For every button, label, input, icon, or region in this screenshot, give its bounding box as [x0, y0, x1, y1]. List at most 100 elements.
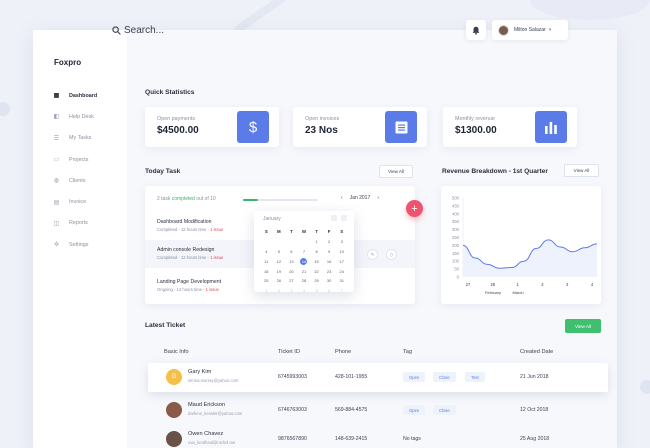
ticket-phone: 428-101-1955	[335, 374, 368, 380]
sidebar-item-label: Projects	[69, 156, 89, 163]
sidebar-item-reports[interactable]: ◫ Reports	[53, 213, 97, 234]
calendar-day[interactable]: 7	[335, 287, 348, 294]
calendar-day	[298, 238, 311, 245]
calendar-day[interactable]: 7	[298, 248, 311, 255]
chevron-left-icon[interactable]: ‹	[341, 195, 343, 201]
calendar-day[interactable]: 9	[323, 248, 336, 255]
ticket-user-name: Gary Kim	[188, 369, 212, 375]
table-row[interactable]: Owen Chavez ova_lundhauf@nichol.me 98765…	[148, 425, 608, 448]
view-all-tasks-button[interactable]: View All	[379, 165, 413, 178]
calendar-next-button[interactable]	[341, 215, 347, 221]
sidebar-item-my-tasks[interactable]: ☰ My Tasks	[53, 128, 97, 149]
calendar-day[interactable]: 13	[285, 258, 298, 265]
month-label[interactable]: Jan 2017	[350, 195, 371, 201]
calendar-day[interactable]: 10	[335, 248, 348, 255]
task-meta-text: Completed - 12 hours time -	[157, 227, 211, 232]
y-tick-label: 400	[452, 211, 460, 216]
calendar-day[interactable]: 31	[335, 277, 348, 284]
sidebar-item-projects[interactable]: ▭ Projects	[53, 149, 97, 170]
y-tick-label: 50	[454, 267, 459, 272]
calendar-day[interactable]: 2	[323, 238, 336, 245]
stat-label: Open invoices	[305, 116, 340, 122]
calendar-day[interactable]: 26	[273, 277, 286, 284]
calendar-day-selected[interactable]: 14	[300, 257, 308, 265]
task-summary-prefix: 2 task	[157, 196, 172, 202]
sidebar-item-dashboard[interactable]: ▦ Dashboard	[53, 85, 98, 106]
calendar-day[interactable]: 4	[298, 287, 311, 294]
notification-button[interactable]	[466, 20, 486, 40]
calendar-day[interactable]: 3	[335, 238, 348, 245]
calendar-day[interactable]: 21	[298, 268, 311, 275]
task-progress-fill	[243, 199, 258, 201]
calendar-day[interactable]: 19	[273, 268, 286, 275]
tag-open[interactable]: Open	[403, 405, 426, 415]
calendar-day[interactable]: 6	[323, 287, 336, 294]
calendar-day[interactable]: 5	[310, 287, 323, 294]
calendar-day[interactable]: 16	[323, 258, 336, 265]
tag-test[interactable]: Test	[465, 372, 485, 382]
calendar-day[interactable]: 17	[335, 258, 348, 265]
calendar-day[interactable]: 6	[285, 248, 298, 255]
calendar-day[interactable]: 28	[298, 277, 311, 284]
view-all-revenue-button[interactable]: View All	[564, 164, 599, 177]
column-header-tag[interactable]: Tag	[403, 349, 412, 355]
calendar-day[interactable]: 24	[335, 268, 348, 275]
search-icon[interactable]	[112, 26, 121, 35]
calendar-day[interactable]: 27	[285, 277, 298, 284]
y-tick-label: 500	[452, 196, 460, 201]
avatar	[498, 24, 509, 36]
brand-logo[interactable]: Foxpro	[54, 58, 81, 67]
edit-icon[interactable]: ✎	[367, 249, 378, 260]
calendar-day[interactable]: 18	[260, 268, 273, 275]
column-header-phone[interactable]: Phone	[335, 349, 351, 355]
y-tick-label: 200	[452, 243, 460, 248]
stat-card-open-payments[interactable]: Open payments $4500.00 $	[145, 107, 279, 147]
calendar-day[interactable]: 29	[310, 277, 323, 284]
x-tick-label: 28	[490, 282, 495, 287]
calendar-day[interactable]: 25	[260, 277, 273, 284]
tag-close[interactable]: Close	[433, 405, 456, 415]
calendar-day[interactable]: 1	[310, 238, 323, 245]
task-issue: 1 issue	[205, 287, 219, 292]
column-header-basic-info[interactable]: Basic Info	[164, 349, 189, 355]
calendar-day[interactable]: 20	[285, 268, 298, 275]
calendar-day[interactable]: 8	[310, 248, 323, 255]
user-menu[interactable]: Milton Salazar ▾	[492, 20, 568, 40]
sidebar-item-help-desk[interactable]: ◧ Help Desk	[53, 106, 97, 127]
search-input[interactable]: Search...	[124, 25, 164, 36]
column-header-created-date[interactable]: Created Date	[520, 349, 553, 355]
avatar	[166, 431, 182, 447]
table-row[interactable]: Maud Erickson darlene_kessler@yahoo.com …	[148, 396, 608, 425]
add-task-button[interactable]: +	[406, 200, 423, 217]
tag-close[interactable]: Close	[433, 372, 456, 382]
calendar-day[interactable]: 30	[323, 277, 336, 284]
calendar-day[interactable]: 15	[310, 258, 323, 265]
table-row[interactable]: G Gary Kim elmira.murray@yahoo.com 67459…	[148, 363, 608, 392]
calendar-day[interactable]: 22	[310, 268, 323, 275]
calendar-day[interactable]: 5	[273, 248, 286, 255]
calendar-day[interactable]: 11	[260, 258, 273, 265]
calendar-prev-button[interactable]	[331, 215, 337, 221]
calendar-day[interactable]: 4	[260, 248, 273, 255]
calendar-day[interactable]: 12	[273, 258, 286, 265]
stat-card-open-invoices[interactable]: Open invoices 23 Nos	[293, 107, 427, 147]
sidebar-item-clients[interactable]: ◍ Clients	[53, 170, 97, 191]
calendar-day[interactable]: 2	[273, 287, 286, 294]
tag-open[interactable]: Open	[403, 372, 426, 382]
calendar-day[interactable]: 23	[323, 268, 336, 275]
delete-icon[interactable]: ▯	[386, 249, 397, 260]
sidebar-item-settings[interactable]: ✲ Settings	[53, 234, 97, 255]
ticket-phone: 148-639-2415	[335, 436, 368, 442]
calendar-day[interactable]: 1	[260, 287, 273, 294]
calendar-day[interactable]: 3	[285, 287, 298, 294]
section-title-latest-ticket: Latest Ticket	[145, 322, 186, 329]
sidebar: Foxpro ▦ Dashboard ◧ Help Desk ☰ My Task…	[33, 30, 127, 448]
sidebar-item-invoice[interactable]: ▤ Invoice	[53, 191, 97, 212]
chevron-right-icon[interactable]: ›	[377, 195, 379, 201]
view-all-tickets-button[interactable]: View All	[565, 319, 601, 333]
background-dot	[0, 102, 10, 116]
calendar-weekday: W	[301, 229, 307, 234]
column-header-ticket-id[interactable]: Ticket ID	[278, 349, 300, 355]
task-meta-text: Ongoing - 12 hours time -	[157, 287, 206, 292]
stat-card-monthly-revenue[interactable]: Monthly revenue $1300.00	[443, 107, 577, 147]
